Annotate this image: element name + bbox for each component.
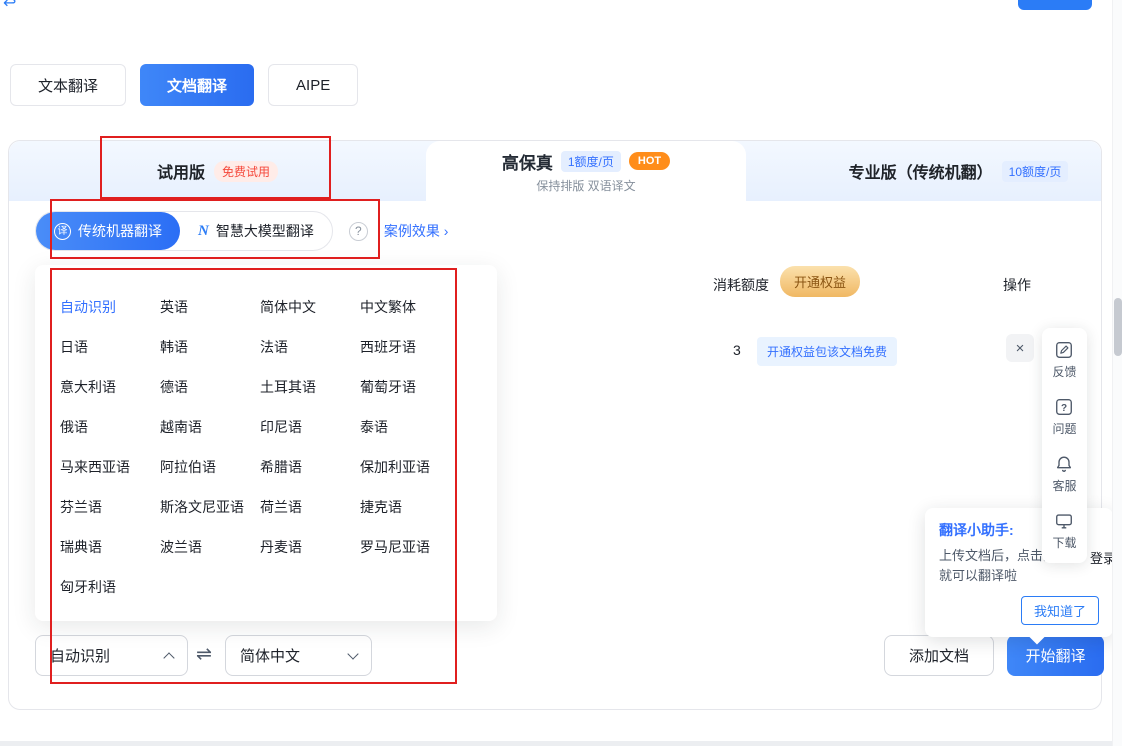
tab-text-translation[interactable]: 文本翻译 (10, 64, 126, 106)
pro-price-badge: 10额度/页 (1002, 161, 1069, 182)
top-right-button[interactable] (1018, 0, 1092, 10)
tab-trial-plan[interactable]: 试用版 免费试用 (9, 141, 426, 201)
language-option[interactable]: 法语 (260, 337, 360, 357)
benefit-free-badge[interactable]: 开通权益包该文档免费 (757, 337, 897, 366)
tab-pro-plan[interactable]: 专业版（传统机翻） 10额度/页 (746, 141, 1101, 201)
help-icon[interactable]: ? (349, 222, 368, 241)
language-grid: 自动识别 英语 简体中文 中文繁体 日语 韩语 法语 西班牙语 意大利语 德语 … (60, 287, 497, 607)
hifi-price-badge: 1额度/页 (561, 151, 621, 172)
language-option[interactable]: 意大利语 (60, 377, 160, 397)
scrollbar-thumb[interactable] (1114, 298, 1122, 356)
language-option[interactable]: 简体中文 (260, 297, 360, 317)
language-option[interactable]: 匈牙利语 (60, 577, 160, 597)
language-option[interactable]: 中文繁体 (360, 297, 480, 317)
hifi-plan-header: 高保真 1额度/页 HOT (502, 149, 670, 174)
trial-free-badge: 免费试用 (214, 161, 278, 182)
tab-aipe[interactable]: AIPE (268, 64, 358, 106)
language-option[interactable]: 英语 (160, 297, 260, 317)
customer-service-button[interactable]: 客服 (1052, 454, 1076, 494)
assistant-confirm-button[interactable]: 我知道了 (1021, 596, 1099, 625)
language-option[interactable]: 土耳其语 (260, 377, 360, 397)
mode-llm-button[interactable]: N 智慧大模型翻译 (180, 212, 332, 250)
language-option[interactable]: 捷克语 (360, 497, 480, 517)
scrollbar-track (1112, 0, 1122, 746)
language-option[interactable]: 斯洛文尼亚语 (160, 497, 260, 517)
page-bottom-edge (0, 741, 1122, 746)
add-document-button[interactable]: 添加文档 (884, 635, 994, 676)
language-option[interactable]: 阿拉伯语 (160, 457, 260, 477)
column-header-action: 操作 (1003, 275, 1031, 295)
mode-traditional-mt-button[interactable]: 译 传统机器翻译 (36, 212, 180, 250)
trial-plan-title: 试用版 (157, 159, 205, 183)
remove-document-button[interactable]: × (1006, 334, 1034, 362)
language-option[interactable]: 俄语 (60, 417, 160, 437)
target-language-value: 简体中文 (240, 645, 300, 666)
feedback-icon (1054, 340, 1074, 360)
back-arrow-icon[interactable]: ↩ (3, 0, 16, 13)
language-option[interactable]: 葡萄牙语 (360, 377, 480, 397)
question-button[interactable]: ? 问题 (1052, 397, 1076, 437)
source-language-select[interactable]: 自动识别 (35, 635, 188, 676)
pro-plan-title: 专业版（传统机翻） (849, 159, 993, 183)
language-option[interactable]: 保加利亚语 (360, 457, 480, 477)
question-label: 问题 (1052, 420, 1076, 437)
language-option[interactable]: 瑞典语 (60, 537, 160, 557)
customer-service-label: 客服 (1052, 477, 1076, 494)
bell-icon (1054, 454, 1074, 474)
tab-hifi-plan[interactable]: 高保真 1额度/页 HOT 保持排版 双语译文 (426, 141, 746, 201)
monitor-icon (1054, 511, 1074, 531)
engine-mode-toggle: 译 传统机器翻译 N 智慧大模型翻译 (35, 211, 333, 251)
svg-text:?: ? (1061, 403, 1067, 414)
language-option[interactable]: 德语 (160, 377, 260, 397)
language-option[interactable]: 韩语 (160, 337, 260, 357)
llm-icon: N (198, 223, 209, 240)
feedback-label: 反馈 (1052, 363, 1076, 380)
question-icon: ? (1054, 397, 1074, 417)
feedback-button[interactable]: 反馈 (1052, 340, 1076, 380)
language-option[interactable]: 波兰语 (160, 537, 260, 557)
chevron-down-icon (347, 648, 358, 659)
language-option[interactable]: 希腊语 (260, 457, 360, 477)
engine-mode-row: 译 传统机器翻译 N 智慧大模型翻译 ? 案例效果 › (35, 212, 448, 250)
case-examples-link[interactable]: 案例效果 › (384, 221, 449, 241)
column-header-credits: 消耗额度 (713, 275, 769, 295)
tab-document-translation[interactable]: 文档翻译 (140, 64, 254, 106)
hot-badge: HOT (629, 152, 670, 170)
source-language-value: 自动识别 (50, 645, 110, 666)
language-option[interactable]: 自动识别 (60, 297, 160, 317)
document-translation-page: ↩ 文本翻译 文档翻译 AIPE 试用版 免费试用 高保真 1额度/页 HOT … (0, 0, 1122, 746)
mode-traditional-label: 传统机器翻译 (78, 221, 162, 241)
language-option[interactable]: 芬兰语 (60, 497, 160, 517)
language-option[interactable]: 印尼语 (260, 417, 360, 437)
target-language-select[interactable]: 简体中文 (225, 635, 372, 676)
start-translation-button[interactable]: 开始翻译 (1007, 635, 1104, 676)
mode-llm-label: 智慧大模型翻译 (216, 221, 314, 241)
language-option[interactable]: 罗马尼亚语 (360, 537, 480, 557)
activate-benefits-button[interactable]: 开通权益 (780, 266, 860, 297)
download-button[interactable]: 下载 (1052, 511, 1076, 551)
swap-languages-icon[interactable]: ⇌ (196, 643, 212, 666)
language-option[interactable]: 越南语 (160, 417, 260, 437)
language-option[interactable]: 西班牙语 (360, 337, 480, 357)
plan-tabs: 试用版 免费试用 高保真 1额度/页 HOT 保持排版 双语译文 专业版（传统机… (9, 141, 1101, 201)
language-option[interactable]: 丹麦语 (260, 537, 360, 557)
chevron-up-icon (163, 652, 174, 663)
translation-type-tabs: 文本翻译 文档翻译 AIPE (10, 64, 358, 106)
download-label: 下载 (1052, 534, 1076, 551)
hifi-plan-title: 高保真 (502, 149, 553, 174)
language-option[interactable]: 日语 (60, 337, 160, 357)
language-option[interactable]: 马来西亚语 (60, 457, 160, 477)
language-dropdown-panel: 自动识别 英语 简体中文 中文繁体 日语 韩语 法语 西班牙语 意大利语 德语 … (35, 265, 497, 621)
language-option[interactable]: 荷兰语 (260, 497, 360, 517)
floating-side-toolbar: 反馈 ? 问题 客服 下载 (1042, 328, 1087, 563)
hifi-plan-subtitle: 保持排版 双语译文 (536, 177, 635, 194)
assistant-text-line2: 就可以翻译啦 (939, 566, 1099, 586)
translate-icon: 译 (54, 223, 71, 240)
language-option[interactable]: 泰语 (360, 417, 480, 437)
document-credits-value: 3 (733, 342, 741, 358)
